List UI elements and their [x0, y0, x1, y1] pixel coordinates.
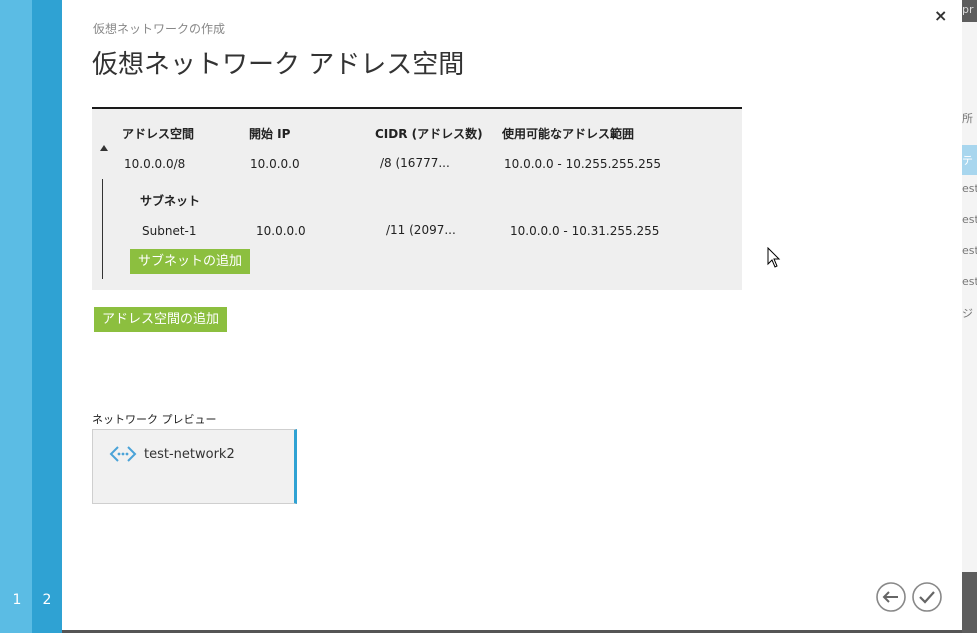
- wizard-subtitle: 仮想ネットワークの作成: [93, 22, 226, 36]
- background-fragment: ジ: [962, 307, 973, 320]
- close-button[interactable]: ×: [934, 6, 947, 25]
- column-header-cidr: CIDR (アドレス数): [375, 127, 483, 141]
- finish-button[interactable]: [912, 582, 942, 612]
- subnet-group-line: [102, 179, 103, 279]
- background-fragment: pr: [962, 3, 974, 16]
- mouse-cursor-icon: [767, 246, 781, 273]
- virtual-network-icon: [109, 444, 137, 468]
- address-space-cidr[interactable]: /8 (16777...: [380, 156, 450, 170]
- address-space-table: アドレス空間 開始 IP CIDR (アドレス数) 使用可能なアドレス範囲 10…: [92, 107, 742, 290]
- address-space-start-ip[interactable]: 10.0.0.0: [250, 157, 300, 171]
- wizard-step-rail-active: [32, 0, 62, 633]
- add-address-space-button[interactable]: アドレス空間の追加: [94, 307, 228, 332]
- checkmark-icon: [912, 582, 942, 612]
- background-fragment: est: [962, 275, 977, 288]
- subnet-start-ip[interactable]: 10.0.0.0: [256, 224, 306, 238]
- page-title: 仮想ネットワーク アドレス空間: [92, 50, 465, 80]
- address-space-value[interactable]: 10.0.0.0/8: [124, 157, 185, 171]
- background-footer: [962, 572, 977, 633]
- network-name: test-network2: [144, 447, 235, 462]
- background-fragment: est: [962, 213, 977, 226]
- arrow-left-icon: [876, 582, 906, 612]
- column-header-usable-range: 使用可能なアドレス範囲: [502, 127, 635, 141]
- wizard-step-1[interactable]: 1: [2, 592, 32, 608]
- subnet-range: 10.0.0.0 - 10.31.255.255: [510, 224, 660, 238]
- background-fragment: テ: [962, 154, 973, 167]
- wizard-step-2[interactable]: 2: [32, 592, 62, 608]
- collapse-triangle-icon[interactable]: [100, 145, 108, 151]
- subnet-section-header: サブネット: [140, 194, 201, 208]
- back-button[interactable]: [876, 582, 906, 612]
- network-preview-card: test-network2: [92, 429, 297, 504]
- add-subnet-button[interactable]: サブネットの追加: [130, 249, 251, 274]
- column-header-start-ip: 開始 IP: [249, 127, 291, 141]
- background-fragment: est: [962, 182, 977, 195]
- background-portal: pr 所 テ est est est est ジ: [962, 0, 977, 633]
- wizard-step-rail: [0, 0, 32, 633]
- background-fragment: 所: [962, 112, 973, 125]
- network-preview-label: ネットワーク プレビュー: [92, 413, 217, 426]
- subnet-name[interactable]: Subnet-1: [142, 224, 197, 238]
- background-fragment: est: [962, 244, 977, 257]
- address-space-range: 10.0.0.0 - 10.255.255.255: [504, 157, 662, 171]
- column-header-address-space: アドレス空間: [122, 127, 195, 141]
- subnet-cidr[interactable]: /11 (2097...: [386, 223, 456, 237]
